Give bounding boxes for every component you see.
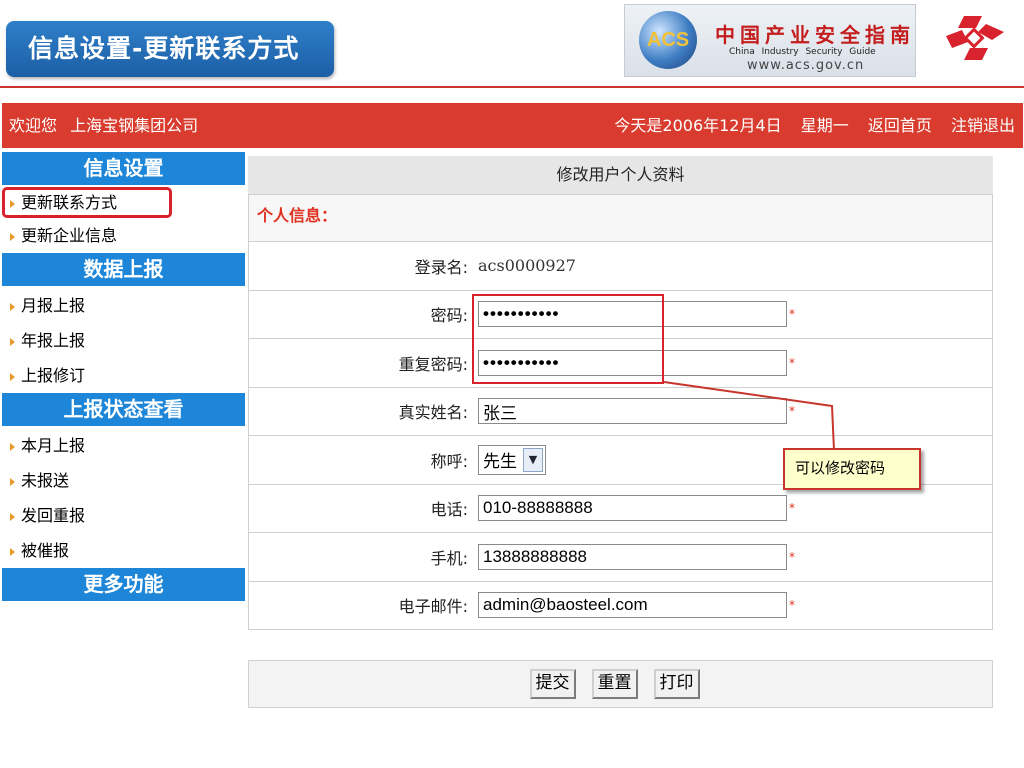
row-email: 电子邮件: *	[249, 580, 992, 629]
arrow-icon	[10, 512, 15, 521]
section-personal-info: 个人信息：	[249, 194, 992, 241]
real-name-field[interactable]	[478, 398, 787, 425]
slide-divider	[0, 86, 1024, 88]
weekday-text: 星期一	[800, 116, 849, 135]
salutation-value: 先生	[483, 452, 517, 473]
arrow-icon	[10, 372, 15, 381]
date-text: 今天是2006年12月4日	[614, 116, 782, 135]
password-label: 密码:	[430, 306, 468, 326]
phone-label: 电话:	[430, 500, 468, 520]
sidebar-heading-report-status[interactable]: 上报状态查看	[2, 393, 245, 426]
company-name: 上海宝钢集团公司	[70, 116, 199, 135]
acs-logo: ACS 中国产业安全指南 China Industry Security Gui…	[624, 4, 916, 77]
home-link[interactable]: 返回首页	[868, 116, 932, 135]
required-mark: *	[789, 549, 795, 564]
phone-field[interactable]	[478, 495, 787, 522]
arrow-icon	[10, 337, 15, 346]
required-mark: *	[789, 404, 795, 419]
sidebar-item-monthly-report[interactable]: 月报上报	[2, 288, 245, 323]
profile-form: 修改用户个人资料 个人信息： 登录名: acs0000927 密码: * 重复密…	[248, 156, 993, 708]
print-button[interactable]: 打印	[653, 669, 700, 699]
login-value: acs0000927	[478, 256, 576, 276]
arrow-icon	[10, 477, 15, 486]
salutation-select[interactable]: 先生 ▼	[478, 444, 546, 475]
welcome-text: 欢迎您	[9, 116, 58, 135]
email-label: 电子邮件:	[398, 597, 468, 617]
button-bar: 提交 重置 打印	[248, 660, 993, 708]
sidebar-item-returned[interactable]: 发回重报	[2, 498, 245, 533]
logo-chinese-text: 中国产业安全指南	[715, 23, 915, 47]
globe-icon: ACS	[639, 11, 697, 69]
sidebar-item-reminded[interactable]: 被催报	[2, 533, 245, 568]
arrow-icon	[10, 232, 15, 241]
row-real-name: 真实姓名: *	[249, 386, 992, 435]
arrow-icon	[10, 442, 15, 451]
email-field[interactable]	[478, 592, 787, 619]
sidebar-heading-data-report[interactable]: 数据上报	[2, 253, 245, 286]
required-mark: *	[789, 501, 795, 516]
real-name-label: 真实姓名:	[398, 403, 468, 423]
password-repeat-label: 重复密码:	[398, 354, 468, 374]
sidebar-item-this-month[interactable]: 本月上报	[2, 428, 245, 463]
row-phone: 电话: *	[249, 483, 992, 532]
sidebar-item-not-submitted[interactable]: 未报送	[2, 463, 245, 498]
reset-button[interactable]: 重置	[591, 669, 638, 699]
chevron-down-icon[interactable]: ▼	[523, 447, 543, 472]
logo-english-text: China Industry Security Guide	[729, 47, 876, 57]
sidebar-item-update-contact[interactable]: 更新联系方式	[2, 187, 172, 218]
logout-link[interactable]: 注销退出	[951, 116, 1015, 135]
sidebar-heading-info-settings[interactable]: 信息设置	[2, 152, 245, 185]
sidebar-item-report-revision[interactable]: 上报修订	[2, 358, 245, 393]
arrow-icon	[10, 547, 15, 556]
arrow-icon	[10, 199, 15, 208]
mobile-label: 手机:	[430, 548, 468, 568]
mobile-field[interactable]	[478, 543, 787, 570]
brand-emblem-icon	[946, 16, 1004, 60]
password-highlight-box	[472, 294, 664, 384]
submit-button[interactable]: 提交	[529, 669, 576, 699]
sidebar-item-annual-report[interactable]: 年报上报	[2, 323, 245, 358]
login-label: 登录名:	[414, 257, 468, 277]
salutation-label: 称呼:	[430, 451, 468, 471]
row-mobile: 手机: *	[249, 532, 992, 581]
form-title: 修改用户个人资料	[248, 156, 993, 194]
arrow-icon	[10, 302, 15, 311]
required-mark: *	[789, 598, 795, 613]
callout-note: 可以修改密码	[783, 448, 921, 490]
slide-title: 信息设置-更新联系方式	[6, 21, 334, 77]
required-mark: *	[789, 355, 795, 370]
required-mark: *	[789, 307, 795, 322]
sidebar-heading-more[interactable]: 更多功能	[2, 568, 245, 601]
form-table: 个人信息： 登录名: acs0000927 密码: * 重复密码: * 真实姓名…	[248, 194, 993, 630]
sidebar: 信息设置 更新联系方式 更新企业信息 数据上报 月报上报 年报上报 上报修订 上…	[2, 152, 245, 603]
row-login: 登录名: acs0000927	[249, 241, 992, 290]
logo-url-text: www.acs.gov.cn	[747, 58, 865, 73]
app-header-bar: 欢迎您 上海宝钢集团公司 今天是2006年12月4日 星期一 返回首页 注销退出	[2, 103, 1023, 148]
sidebar-item-update-company[interactable]: 更新企业信息	[2, 218, 245, 253]
